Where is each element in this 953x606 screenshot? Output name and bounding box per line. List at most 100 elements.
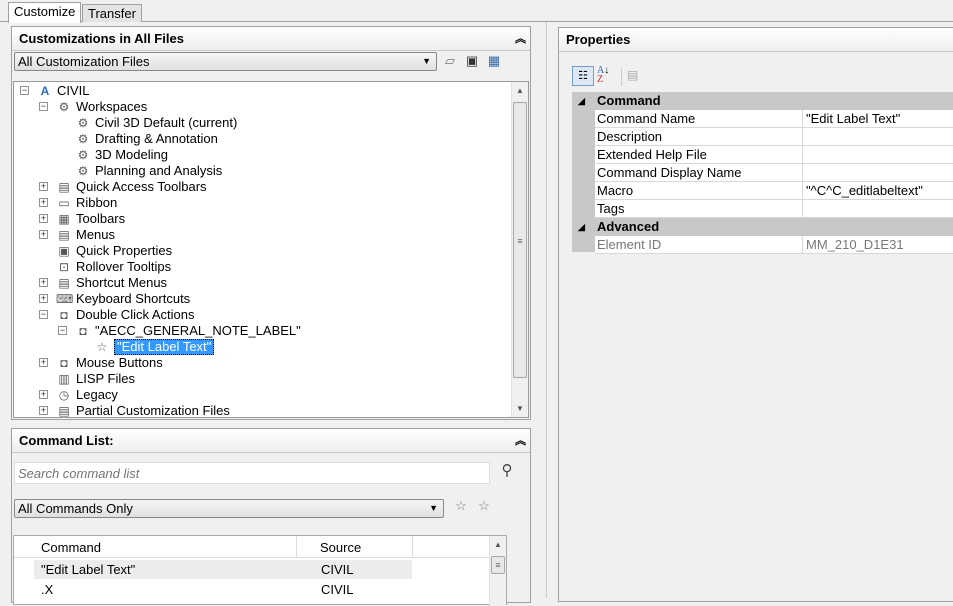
- property-value[interactable]: "^C^C_editlabeltext": [803, 182, 953, 200]
- open-file-icon[interactable]: ▱: [441, 52, 459, 70]
- tree-item[interactable]: ▥ LISP Files: [14, 371, 509, 387]
- tree-item[interactable]: − ◘ "AECC_GENERAL_NOTE_LABEL": [14, 323, 509, 339]
- customization-tree: − A CIVIL − ⚙ Workspaces ⚙ Civil 3D Default (cu…: [13, 81, 529, 418]
- tree-item-label: CIVIL: [57, 83, 90, 98]
- lisp-icon: ▥: [58, 372, 70, 386]
- table-scrollbar[interactable]: ▲ ≡: [489, 536, 506, 606]
- property-row[interactable]: Macro "^C^C_editlabeltext": [572, 182, 953, 200]
- tree-item-label: 3D Modeling: [95, 147, 168, 162]
- column-command[interactable]: Command: [41, 540, 101, 555]
- tree-item[interactable]: + ▤ Menus: [14, 227, 509, 243]
- category-row[interactable]: ◢ Advanced: [572, 218, 953, 236]
- tree-item[interactable]: + ◘ Mouse Buttons: [14, 355, 509, 371]
- expand-icon[interactable]: +: [39, 230, 48, 239]
- property-name: Macro: [595, 182, 803, 200]
- property-value[interactable]: [803, 146, 953, 164]
- tree-item[interactable]: + ⌨ Keyboard Shortcuts: [14, 291, 509, 307]
- search-command-input[interactable]: [14, 462, 490, 484]
- tab-customize[interactable]: Customize: [8, 2, 82, 23]
- tree-item[interactable]: − A CIVIL: [14, 83, 509, 99]
- property-grid: ◢ Command Command Name "Edit Label Text" Des…: [572, 92, 953, 254]
- shortcut-menu-icon: ▤: [58, 276, 70, 290]
- collapse-icon[interactable]: −: [58, 326, 67, 335]
- gear-icon: ⚙: [77, 116, 89, 130]
- panel-title: Command List:: [19, 433, 114, 448]
- property-row[interactable]: Tags: [572, 200, 953, 218]
- property-value[interactable]: [803, 200, 953, 218]
- collapse-triangle-icon[interactable]: ◢: [578, 92, 585, 110]
- load-partial-icon[interactable]: ▦: [485, 52, 503, 70]
- tree-item[interactable]: + ▦ Toolbars: [14, 211, 509, 227]
- property-row[interactable]: Command Display Name: [572, 164, 953, 182]
- expand-icon[interactable]: +: [39, 294, 48, 303]
- collapse-triangle-icon[interactable]: ◢: [578, 218, 585, 236]
- property-name: Element ID: [595, 236, 803, 254]
- tree-item[interactable]: ☆ "Edit Label Text": [14, 339, 509, 355]
- expand-icon[interactable]: +: [39, 214, 48, 223]
- find-command-icon[interactable]: ☆: [452, 497, 470, 515]
- source-cell: CIVIL: [321, 562, 354, 577]
- tree-item-label: "AECC_GENERAL_NOTE_LABEL": [95, 323, 301, 338]
- collapse-icon[interactable]: −: [39, 102, 48, 111]
- expand-icon[interactable]: +: [39, 390, 48, 399]
- property-row[interactable]: Command Name "Edit Label Text": [572, 110, 953, 128]
- expand-icon[interactable]: +: [39, 406, 48, 415]
- scroll-up-icon[interactable]: ▲: [490, 536, 506, 553]
- property-row[interactable]: Extended Help File: [572, 146, 953, 164]
- alphabetical-sort-icon[interactable]: A↓ Z: [597, 66, 609, 85]
- property-value[interactable]: "Edit Label Text": [803, 110, 953, 128]
- property-row[interactable]: Element ID MM_210_D1E31: [572, 236, 953, 254]
- tree-item[interactable]: + ▤ Shortcut Menus: [14, 275, 509, 291]
- collapse-icon[interactable]: ︽: [515, 27, 526, 51]
- table-row[interactable]: "Edit Label Text" CIVIL: [34, 560, 412, 579]
- tree-item[interactable]: + ▤ Quick Access Toolbars: [14, 179, 509, 195]
- tree-item-label: Double Click Actions: [76, 307, 195, 322]
- scroll-thumb[interactable]: ≡: [513, 102, 527, 378]
- expand-icon[interactable]: +: [39, 358, 48, 367]
- tab-transfer[interactable]: Transfer: [82, 4, 142, 22]
- save-icon[interactable]: ▣: [463, 52, 481, 70]
- command-filter-value: All Commands Only: [18, 501, 133, 516]
- search-icon[interactable]: ⚲: [498, 462, 516, 480]
- tree-item[interactable]: ▣ Quick Properties: [14, 243, 509, 259]
- mouse-icon: ◘: [60, 356, 68, 370]
- splitter[interactable]: [546, 22, 552, 598]
- tree-item-label: Ribbon: [76, 195, 118, 210]
- tree-item[interactable]: + ▤ Partial Customization Files: [14, 403, 509, 417]
- command-table: Command Source "Edit Label Text" CIVIL .…: [13, 535, 507, 606]
- tree-item[interactable]: − ⚙ Workspaces: [14, 99, 509, 115]
- property-value[interactable]: [803, 128, 953, 146]
- expand-icon[interactable]: +: [39, 278, 48, 287]
- customizations-panel: Customizations in All Files ︽ All Customi…: [11, 26, 531, 420]
- expand-icon[interactable]: +: [39, 182, 48, 191]
- category-row[interactable]: ◢ Command: [572, 92, 953, 110]
- tree-item[interactable]: ⚙ 3D Modeling: [14, 147, 509, 163]
- column-source[interactable]: Source: [320, 540, 361, 555]
- tree-item[interactable]: ⚙ Planning and Analysis: [14, 163, 509, 179]
- tree-item[interactable]: + ◷ Legacy: [14, 387, 509, 403]
- property-row[interactable]: Description: [572, 128, 953, 146]
- menus-icon: ▤: [58, 228, 70, 242]
- tree-item[interactable]: ⊡ Rollover Tooltips: [14, 259, 509, 275]
- scroll-up-icon[interactable]: ▲: [512, 82, 528, 99]
- gear-icon: ⚙: [77, 132, 89, 146]
- scroll-down-icon[interactable]: ▼: [512, 400, 528, 417]
- ribbon-icon: ▭: [58, 196, 70, 210]
- tree-item[interactable]: + ▭ Ribbon: [14, 195, 509, 211]
- tree-item[interactable]: ⚙ Drafting & Annotation: [14, 131, 509, 147]
- expand-icon[interactable]: +: [39, 198, 48, 207]
- table-row[interactable]: .X CIVIL: [34, 580, 412, 599]
- tree-item[interactable]: ⚙ Civil 3D Default (current): [14, 115, 509, 131]
- mouse-icon: ◘: [60, 308, 68, 322]
- property-value[interactable]: [803, 164, 953, 182]
- collapse-icon[interactable]: ︽: [515, 429, 526, 453]
- tree-item[interactable]: − ◘ Double Click Actions: [14, 307, 509, 323]
- categorized-view-icon[interactable]: ☷: [572, 66, 594, 86]
- new-command-icon[interactable]: ☆: [475, 497, 493, 515]
- tree-scrollbar[interactable]: ▲ ≡ ▼: [511, 82, 528, 417]
- file-filter-dropdown[interactable]: All Customization Files ▼: [14, 52, 437, 71]
- collapse-icon[interactable]: −: [20, 86, 29, 95]
- scroll-thumb[interactable]: ≡: [491, 556, 505, 574]
- collapse-icon[interactable]: −: [39, 310, 48, 319]
- command-filter-dropdown[interactable]: All Commands Only ▼: [14, 499, 444, 518]
